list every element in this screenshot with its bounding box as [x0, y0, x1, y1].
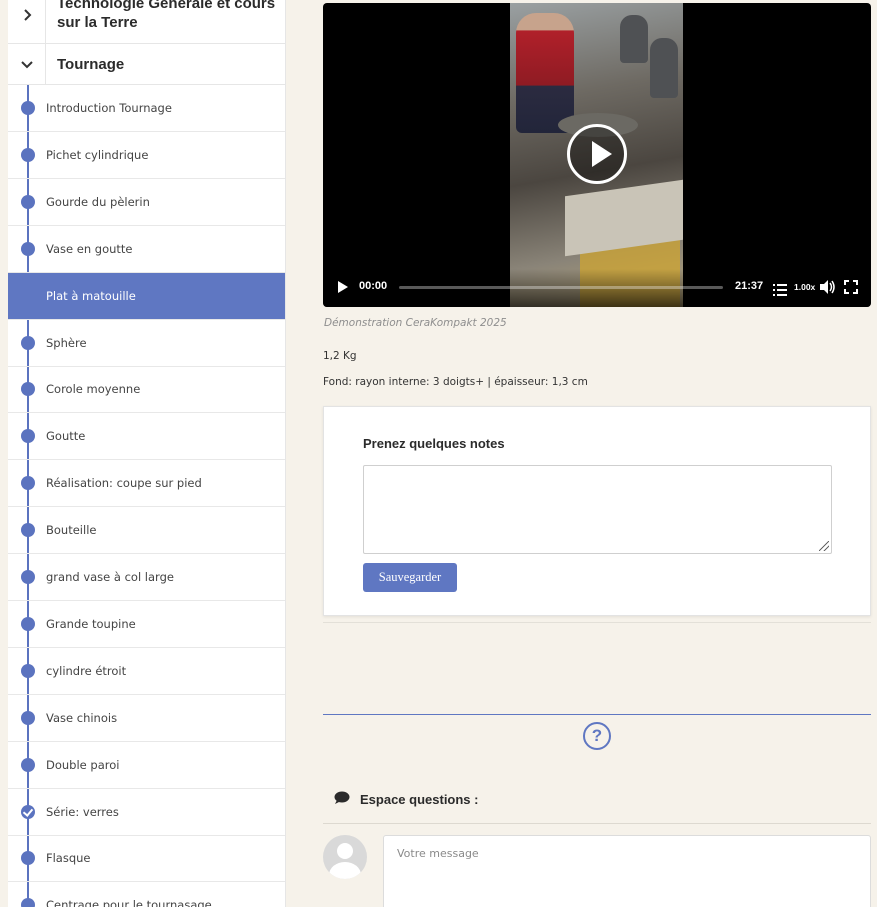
notes-title: Prenez quelques notes — [363, 436, 505, 451]
volume-icon[interactable] — [820, 279, 836, 298]
timeline-dot-icon — [21, 710, 35, 725]
timeline-dot-icon — [21, 241, 35, 256]
message-placeholder: Votre message — [397, 847, 479, 860]
questions-title: Espace questions : — [360, 792, 479, 807]
video-player[interactable]: 00:00 21:37 1.00x — [323, 3, 871, 307]
timeline-dot-icon — [21, 147, 35, 162]
play-overlay-button[interactable] — [567, 124, 627, 184]
detail-weight: 1,2 Kg — [323, 350, 357, 362]
lesson-item[interactable]: Flasque — [8, 835, 285, 883]
section-title-prev: Technologie Générale et cours sur la Ter… — [57, 0, 276, 31]
timeline-dot-icon — [21, 616, 35, 631]
current-time: 00:00 — [359, 280, 388, 292]
lesson-label: Grande toupine — [46, 616, 136, 631]
resize-grip-icon[interactable] — [819, 541, 829, 551]
detail-base: Fond: rayon interne: 3 doigts+ | épaisse… — [323, 376, 588, 388]
timeline-dot-icon — [21, 663, 35, 678]
timeline-dot-icon — [21, 382, 35, 397]
lesson-item[interactable]: cylindre étroit — [8, 648, 285, 695]
check-circle-icon — [21, 804, 35, 819]
lesson-item[interactable]: Série: verres — [8, 789, 285, 836]
lesson-label: Vase en goutte — [46, 241, 133, 256]
lesson-label: Corole moyenne — [46, 382, 141, 397]
divider — [323, 622, 871, 623]
timeline-dot-icon — [21, 335, 35, 350]
lesson-item[interactable]: Corole moyenne — [8, 366, 285, 414]
lesson-label: Centrage pour le tournasage — [46, 898, 212, 907]
section-title-current: Tournage — [57, 56, 125, 73]
divider-accent — [323, 714, 871, 715]
lesson-label: grand vase à col large — [46, 570, 174, 584]
lesson-label: Double paroi — [46, 757, 120, 772]
lesson-item[interactable]: Plat à matouille — [8, 272, 285, 320]
timeline-dot-icon — [21, 570, 35, 584]
lesson-item[interactable]: Vase chinois — [8, 695, 285, 742]
lesson-label: Série: verres — [46, 804, 119, 819]
speech-bubble-icon — [334, 790, 350, 809]
lesson-label: Gourde du pèlerin — [46, 194, 150, 209]
question-circle-icon[interactable]: ? — [583, 722, 611, 750]
section-current[interactable]: Tournage — [8, 44, 285, 85]
timeline-dot-icon — [21, 757, 35, 772]
timeline-dot-icon — [21, 476, 35, 491]
lesson-item[interactable]: Gourde du pèlerin — [8, 179, 285, 226]
play-icon[interactable] — [338, 281, 348, 293]
timeline-dot-icon — [21, 101, 35, 115]
notes-card: Prenez quelques notes Sauvegarder — [323, 406, 871, 616]
lesson-label: Vase chinois — [46, 710, 118, 725]
lesson-sidebar: Technologie Générale et cours sur la Ter… — [8, 0, 286, 907]
lesson-item[interactable]: Introduction Tournage — [8, 85, 285, 132]
divider — [323, 823, 871, 824]
lesson-item[interactable]: Centrage pour le tournasage — [8, 882, 285, 907]
duration: 21:37 — [735, 280, 764, 292]
lesson-label: cylindre étroit — [46, 663, 127, 678]
lesson-item[interactable]: Pichet cylindrique — [8, 132, 285, 179]
progress-bar[interactable] — [399, 286, 723, 289]
timeline-dot-icon — [21, 898, 35, 907]
questions-header: Espace questions : — [334, 790, 478, 809]
lesson-item[interactable]: Bouteille — [8, 507, 285, 555]
video-caption: Démonstration CeraKompakt 2025 — [324, 317, 507, 329]
chapters-list-icon[interactable] — [773, 281, 787, 300]
lesson-label: Goutte — [46, 429, 86, 444]
save-button[interactable]: Sauvegarder — [363, 563, 457, 592]
notes-textarea[interactable] — [363, 465, 832, 554]
video-controls: 00:00 21:37 1.00x — [323, 269, 871, 307]
lesson-item[interactable]: Sphère — [8, 320, 285, 367]
fullscreen-icon[interactable] — [844, 279, 858, 298]
timeline-dot-icon — [21, 851, 35, 866]
timeline-dot-icon — [21, 523, 35, 538]
lesson-label: Pichet cylindrique — [46, 147, 149, 162]
lesson-label: Réalisation: coupe sur pied — [46, 476, 202, 491]
lesson-label: Plat à matouille — [46, 288, 136, 303]
lesson-label: Introduction Tournage — [46, 101, 172, 115]
lesson-item[interactable]: Goutte — [8, 413, 285, 461]
section-prev[interactable]: Technologie Générale et cours sur la Ter… — [8, 0, 285, 44]
lesson-item[interactable]: grand vase à col large — [8, 554, 285, 601]
lesson-label: Sphère — [46, 335, 87, 350]
lesson-item[interactable]: Double paroi — [8, 742, 285, 789]
chevron-right-icon — [8, 0, 46, 43]
message-input[interactable]: Votre message — [383, 835, 871, 907]
speed-button[interactable]: 1.00x — [794, 282, 815, 292]
timeline-dot-icon — [21, 429, 35, 444]
lesson-label: Bouteille — [46, 523, 97, 538]
lesson-item[interactable]: Vase en goutte — [8, 226, 285, 273]
lesson-label: Flasque — [46, 851, 91, 866]
lesson-item[interactable]: Réalisation: coupe sur pied — [8, 460, 285, 508]
timeline-dot-icon — [21, 194, 35, 209]
avatar — [323, 835, 367, 879]
lesson-item[interactable]: Grande toupine — [8, 601, 285, 648]
chevron-down-icon — [8, 44, 46, 84]
